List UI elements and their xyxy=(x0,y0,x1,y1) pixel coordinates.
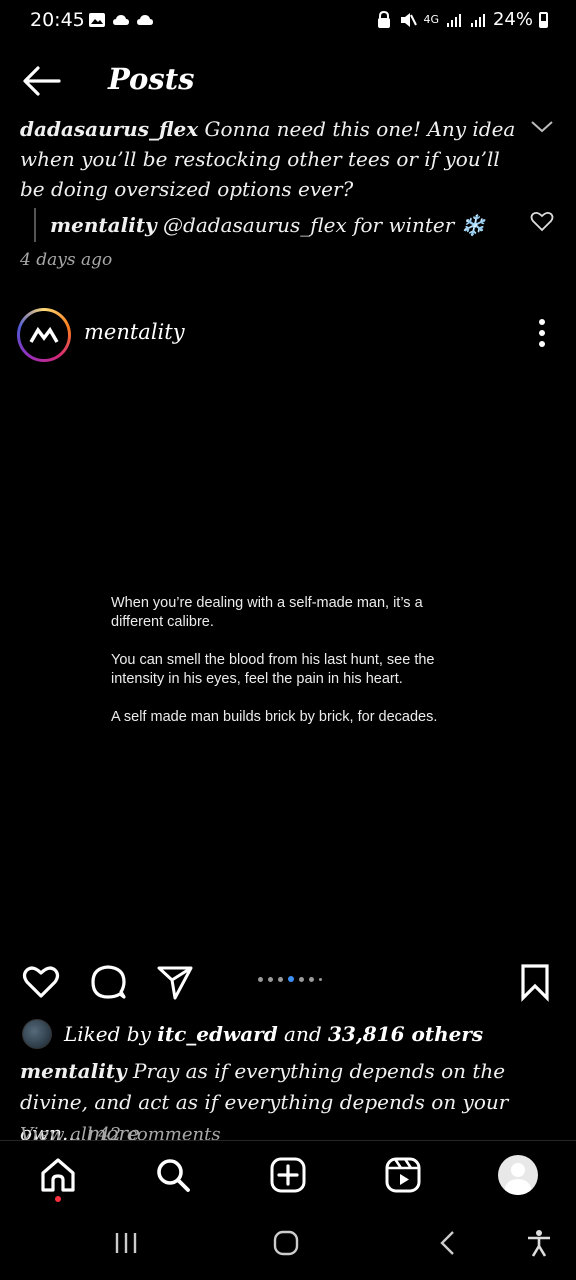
reply-username[interactable]: mentality xyxy=(50,213,157,237)
bottom-navigation xyxy=(0,1140,576,1210)
carousel-dot xyxy=(319,977,322,981)
system-navigation xyxy=(0,1210,576,1280)
comment-time-ago: 4 days ago xyxy=(20,250,113,270)
cloud-icon xyxy=(113,15,129,25)
accessibility-icon[interactable] xyxy=(524,1228,554,1258)
liked-by-prefix: Liked by xyxy=(64,1022,151,1046)
post-paragraph: When you’re dealing with a self-made man… xyxy=(111,595,423,630)
carousel-dot xyxy=(299,976,304,982)
comment-icon[interactable] xyxy=(88,962,128,1002)
reply-comment: mentality @dadasaurus_flex for winter ❄️ xyxy=(34,208,486,242)
notification-dot xyxy=(55,1196,61,1202)
post-image[interactable]: When you’re dealing with a self-made man… xyxy=(0,372,576,948)
page-title: Posts xyxy=(108,62,195,96)
carousel-dot xyxy=(268,976,273,982)
more-options-icon[interactable] xyxy=(530,318,554,348)
chevron-down-icon[interactable] xyxy=(528,114,556,138)
carousel-dot xyxy=(278,976,283,982)
share-icon[interactable] xyxy=(155,962,195,1002)
view-all-comments-link[interactable]: View all 42 comments xyxy=(20,1124,221,1140)
carousel-dot xyxy=(258,976,263,982)
carousel-dot xyxy=(309,976,314,982)
lock-icon xyxy=(378,10,391,28)
signal-icon xyxy=(446,13,461,27)
create-icon[interactable] xyxy=(268,1155,308,1195)
brand-logo-icon xyxy=(29,326,59,343)
system-back-icon[interactable] xyxy=(433,1228,463,1258)
heart-icon[interactable] xyxy=(21,962,61,1002)
status-time: 20:45 xyxy=(30,9,85,31)
battery-percent: 24% xyxy=(492,9,533,30)
post-action-bar xyxy=(0,958,576,1008)
home-icon[interactable] xyxy=(38,1155,78,1195)
reply-body: @dadasaurus_flex for winter xyxy=(163,213,455,237)
liker-avatar xyxy=(22,1019,52,1049)
network-type: 4G xyxy=(423,13,439,26)
recent-apps-icon[interactable] xyxy=(111,1228,141,1258)
mute-icon xyxy=(401,12,418,27)
comment-text: dadasaurus_flex Gonna need this one! Any… xyxy=(20,114,520,204)
status-bar: 20:45 4G 24% xyxy=(0,0,576,44)
post-image-text: When you’re dealing with a self-made man… xyxy=(111,594,471,746)
liked-by-and: and xyxy=(284,1022,322,1046)
post-paragraph: A self made man builds brick by brick, f… xyxy=(111,709,438,725)
back-arrow-icon[interactable] xyxy=(22,64,62,98)
liked-by-count[interactable]: 33,816 others xyxy=(328,1022,483,1046)
carousel-indicator xyxy=(258,976,322,982)
post-paragraph: You can smell the blood from his last hu… xyxy=(111,652,435,687)
bookmark-icon[interactable] xyxy=(515,962,555,1002)
profile-icon[interactable] xyxy=(498,1155,538,1195)
comment-like-heart-icon[interactable] xyxy=(530,210,554,232)
comment-username[interactable]: dadasaurus_flex xyxy=(20,117,198,141)
page-header: Posts xyxy=(0,52,576,108)
home-button-icon[interactable] xyxy=(271,1228,301,1258)
gallery-icon xyxy=(89,13,105,27)
carousel-dot-active xyxy=(288,976,294,982)
post-username[interactable]: mentality xyxy=(84,320,185,344)
snowflake-icon: ❄️ xyxy=(460,213,486,237)
search-icon[interactable] xyxy=(153,1155,193,1195)
avatar[interactable] xyxy=(17,308,71,362)
likes-summary[interactable]: Liked by itc_edward and 33,816 others xyxy=(22,1018,483,1050)
battery-icon xyxy=(539,11,548,28)
cloud-icon xyxy=(137,15,153,25)
reels-icon[interactable] xyxy=(383,1155,423,1195)
liked-by-user[interactable]: itc_edward xyxy=(157,1022,277,1046)
caption-username[interactable]: mentality xyxy=(20,1059,127,1083)
signal-icon xyxy=(470,13,485,27)
